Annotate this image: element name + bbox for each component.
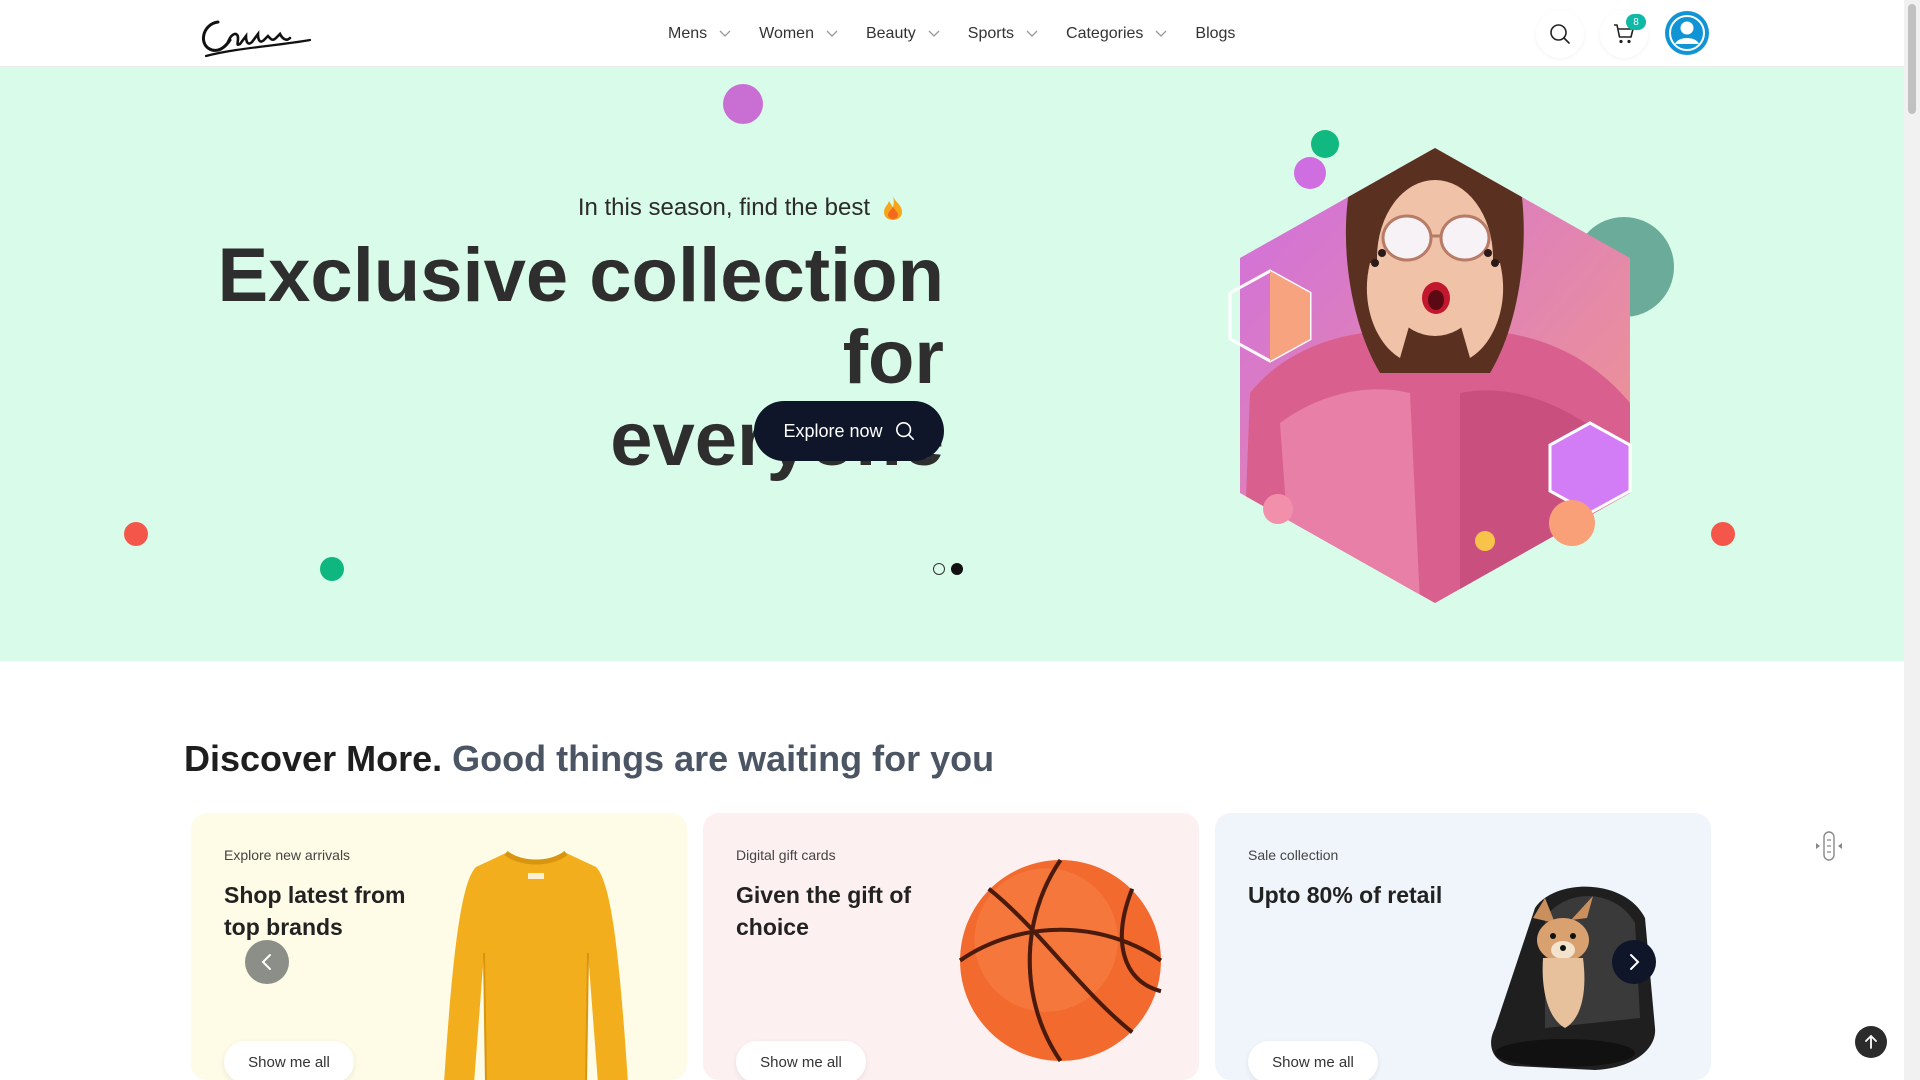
fire-icon: [884, 196, 902, 220]
cart-count-badge: 8: [1626, 14, 1646, 30]
header-search-button[interactable]: [1536, 10, 1584, 58]
chevron-down-icon: [826, 30, 838, 37]
card-title: Given the gift of choice: [736, 882, 912, 940]
chevron-down-icon: [928, 30, 940, 37]
user-icon: [1669, 15, 1705, 51]
search-icon: [1550, 24, 1570, 44]
search-icon: [895, 422, 914, 440]
page-scrollbar[interactable]: [1904, 0, 1920, 1080]
chevron-down-icon: [1026, 30, 1038, 37]
explore-now-button[interactable]: Explore now: [754, 401, 944, 461]
pagination-dot-2[interactable]: [951, 563, 963, 575]
decor-dot: [1711, 522, 1735, 546]
discover-heading-strong: Discover More.: [184, 738, 443, 779]
discover-heading-sub: Good things are waiting for you: [452, 738, 995, 779]
card-kicker: Sale collection: [1248, 847, 1339, 863]
brand-logo[interactable]: [196, 8, 312, 60]
nav-item-categories[interactable]: Categories: [1066, 25, 1167, 43]
discover-heading: Discover More. Good things are waiting f…: [184, 738, 994, 780]
drag-handle-icon[interactable]: [1814, 830, 1844, 862]
site-header: Mens Women Beauty Sports Categories Blog…: [0, 0, 1904, 67]
scroll-to-top-button[interactable]: [1855, 1026, 1887, 1058]
scrollbar-thumb[interactable]: [1908, 4, 1916, 114]
show-me-all-label: Show me all: [248, 1053, 330, 1071]
show-me-all-button[interactable]: Show me all: [224, 1041, 354, 1080]
nav-label: Mens: [668, 24, 708, 42]
hero-subtitle-text: In this season, find the best: [577, 194, 870, 221]
nav-label: Sports: [967, 24, 1015, 42]
nav-item-blogs[interactable]: Blogs: [1195, 25, 1235, 43]
chevron-left-icon: [261, 954, 271, 970]
nav-item-women[interactable]: Women: [759, 25, 838, 43]
nav-item-mens[interactable]: Mens: [668, 25, 731, 43]
carousel-next-button[interactable]: [1612, 940, 1656, 984]
basketball-image: [958, 858, 1163, 1063]
show-me-all-button[interactable]: Show me all: [1248, 1041, 1378, 1080]
nav-item-sports[interactable]: Sports: [968, 25, 1038, 43]
show-me-all-button[interactable]: Show me all: [736, 1041, 866, 1080]
hero-pagination: [933, 563, 963, 575]
card-kicker: Explore new arrivals: [224, 847, 351, 863]
nav-label: Women: [759, 24, 814, 42]
promo-card-gift-cards[interactable]: Digital gift cards Given the gift of cho…: [703, 813, 1199, 1080]
user-avatar-button[interactable]: [1665, 11, 1709, 55]
pagination-dot-1[interactable]: [933, 563, 945, 575]
header-cart-button[interactable]: 8: [1600, 10, 1648, 58]
show-me-all-label: Show me all: [760, 1053, 842, 1071]
nav-label: Blogs: [1195, 24, 1236, 42]
show-me-all-label: Show me all: [1272, 1053, 1354, 1071]
sweater-image: [444, 850, 628, 1080]
nav-item-beauty[interactable]: Beauty: [866, 25, 940, 43]
chevron-down-icon: [1155, 30, 1167, 37]
chevron-right-icon: [1630, 954, 1640, 970]
decor-dot: [124, 522, 148, 546]
hero-banner: In this season, find the best Exclusive …: [0, 67, 1904, 661]
carousel-prev-button[interactable]: [245, 940, 289, 984]
card-kicker: Digital gift cards: [736, 847, 836, 863]
hero-title-line-1: Exclusive collection for: [217, 233, 944, 400]
card-title: Upto 80% of retail: [1248, 882, 1443, 908]
explore-now-label: Explore now: [783, 420, 883, 441]
arrow-up-icon: [1865, 1034, 1877, 1049]
card-title: Shop latest from top brands: [224, 882, 406, 940]
decor-dot: [723, 84, 763, 124]
nav-label: Beauty: [865, 24, 916, 42]
hero-subtitle: In this season, find the best: [578, 194, 904, 222]
decor-dot: [320, 557, 344, 581]
main-nav: Mens Women Beauty Sports Categories Blog…: [668, 0, 1235, 67]
hero-model-image: [1228, 130, 1674, 603]
chevron-down-icon: [719, 30, 731, 37]
nav-label: Categories: [1066, 24, 1144, 42]
